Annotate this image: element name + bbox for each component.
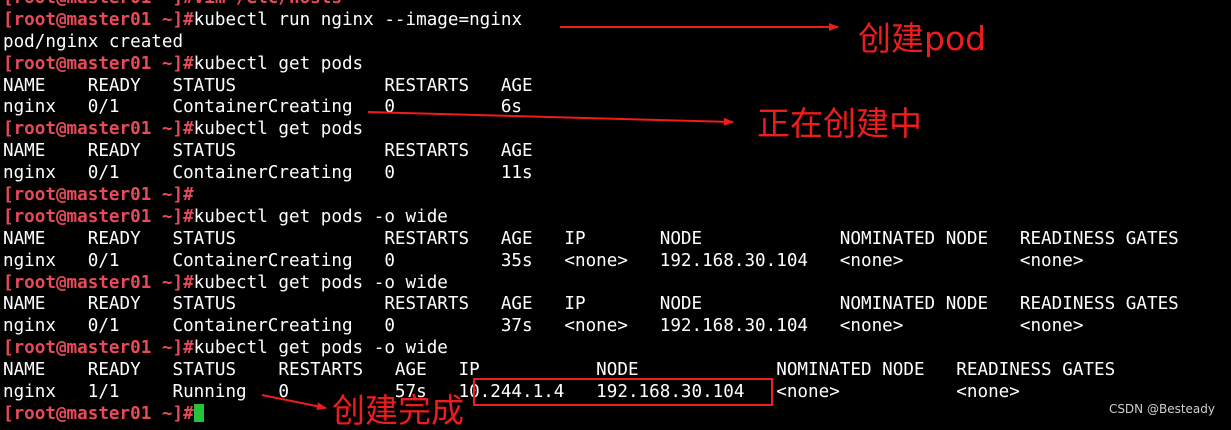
annotation-create-pod: 创建pod bbox=[858, 19, 987, 58]
arrow-created bbox=[261, 394, 327, 411]
arrow-creating bbox=[367, 111, 734, 126]
annotation-created: 创建完成 bbox=[332, 391, 464, 430]
highlight-box-ip-node bbox=[473, 378, 773, 406]
annotation-creating: 正在创建中 bbox=[757, 104, 922, 143]
annotation-arrows bbox=[261, 23, 839, 411]
watermark: CSDN @Besteady bbox=[1108, 402, 1215, 416]
